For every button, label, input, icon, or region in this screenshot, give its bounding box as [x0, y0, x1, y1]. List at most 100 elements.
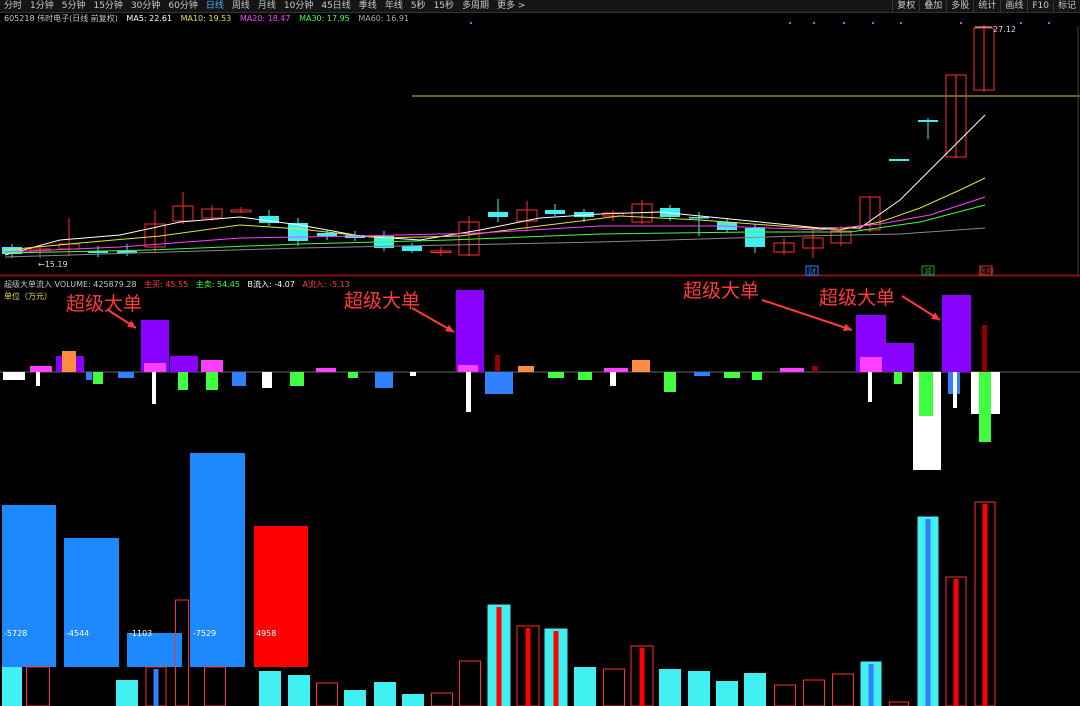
indicator-bar — [201, 360, 223, 372]
volume-bar — [288, 675, 310, 706]
event-marker-label: 涨停 — [978, 266, 994, 276]
indicator-bar — [632, 360, 650, 372]
volume-bar — [402, 694, 424, 706]
high-price-label: 27.12 — [993, 25, 1016, 34]
volume-bar-large — [64, 538, 119, 667]
volume-bar — [374, 682, 396, 706]
indicator-bar — [466, 372, 471, 412]
indicator-bar — [93, 372, 103, 384]
indicator-bar — [144, 363, 166, 372]
bar-value-label: -1103 — [129, 629, 153, 638]
indicator-bar — [118, 372, 134, 378]
candle-body — [918, 120, 938, 122]
indicator-bar — [982, 325, 987, 372]
volume-bar-inner — [525, 628, 531, 706]
event-dot — [960, 22, 962, 24]
indicator-bar — [170, 356, 198, 372]
indicator-bar — [919, 372, 933, 416]
volume-bar-inner — [496, 607, 502, 706]
annotation-super-big-2: 超级大单 — [344, 290, 421, 312]
volume-bar — [774, 684, 796, 706]
indicator-bar — [664, 372, 676, 392]
volume-bar — [716, 681, 738, 706]
stock-chart: 27.12 ←15.19 财 减 涨停 — [0, 22, 1080, 706]
volume-bar — [659, 669, 681, 706]
indicator-bar — [724, 372, 740, 378]
volume-bar — [204, 666, 226, 706]
indicator-bar — [410, 372, 416, 376]
candle-body — [889, 159, 909, 161]
candle-body — [545, 210, 565, 214]
volume-bar — [574, 667, 596, 706]
annotation-super-big-3: 超级大单 — [683, 280, 760, 302]
event-dot — [1020, 22, 1022, 24]
indicator-bar — [812, 366, 818, 372]
indicator-bar — [979, 372, 991, 442]
volume-bar-inner — [868, 664, 874, 706]
indicator-bar — [178, 372, 188, 390]
event-dot — [843, 22, 845, 24]
event-dot — [470, 22, 472, 24]
event-marker-label: 财 — [808, 266, 816, 276]
event-dot — [872, 22, 874, 24]
ma5-line — [4, 114, 986, 256]
volume-bar — [2, 667, 22, 706]
annotation-super-big-4: 超级大单 — [819, 287, 896, 309]
candle-body — [689, 217, 709, 219]
bar-value-label: -4544 — [66, 629, 90, 638]
volume-bar — [431, 692, 453, 706]
volume-bar-inner — [639, 648, 645, 706]
volume-bar-large — [2, 505, 56, 667]
volume-bar-inner — [925, 519, 931, 706]
indicator-bar — [456, 290, 484, 372]
indicator-bar — [30, 366, 52, 372]
indicator-bar — [485, 372, 513, 394]
indicator-bar — [610, 372, 616, 386]
event-marker: 减 — [921, 265, 935, 276]
indicator-bar — [578, 372, 592, 380]
indicator-bar — [518, 366, 534, 372]
volume-bar — [889, 701, 909, 706]
volume-bar — [688, 671, 710, 706]
indicator-bar — [152, 372, 156, 404]
candle-body — [317, 233, 337, 236]
bar-value-label: -5728 — [4, 629, 28, 638]
indicator-bar — [604, 368, 628, 372]
volume-bar — [316, 682, 338, 706]
volume-bar — [344, 690, 366, 706]
indicator-bar — [290, 372, 304, 386]
indicator-bar — [548, 372, 564, 378]
indicator-bar — [953, 372, 957, 408]
volume-bar-inner — [553, 631, 559, 706]
candle-body — [488, 212, 508, 217]
event-marker: 财 — [805, 265, 819, 276]
volume-bar — [803, 679, 825, 706]
low-price-label: ←15.19 — [38, 260, 68, 269]
indicator-bar — [62, 351, 76, 372]
volume-bar — [603, 668, 625, 706]
volume-bar — [744, 673, 766, 706]
indicator-bar — [495, 355, 500, 372]
volume-bar — [832, 673, 854, 706]
bar-value-label: 4958 — [256, 629, 277, 638]
indicator-bar — [3, 372, 25, 380]
indicator-bar — [780, 368, 804, 372]
volume-bar — [459, 660, 481, 706]
indicator-bar — [942, 295, 971, 372]
event-dot — [1048, 22, 1050, 24]
volume-bar — [259, 671, 281, 706]
indicator-bar — [36, 372, 40, 386]
volume-bar-inner — [982, 504, 988, 706]
volume-bar-inner — [953, 579, 959, 706]
volume-bar-large — [254, 526, 308, 667]
event-dot — [789, 22, 791, 24]
indicator-bar — [375, 372, 393, 388]
indicator-bar — [86, 372, 92, 380]
bar-value-label: -7529 — [193, 629, 217, 638]
indicator-bar — [868, 372, 872, 402]
annotation-arrowhead — [843, 323, 852, 332]
indicator-bar — [860, 357, 882, 372]
annotation-super-big-1: 超级大单 — [66, 293, 143, 315]
indicator-bar — [348, 372, 358, 378]
event-dot — [813, 22, 815, 24]
